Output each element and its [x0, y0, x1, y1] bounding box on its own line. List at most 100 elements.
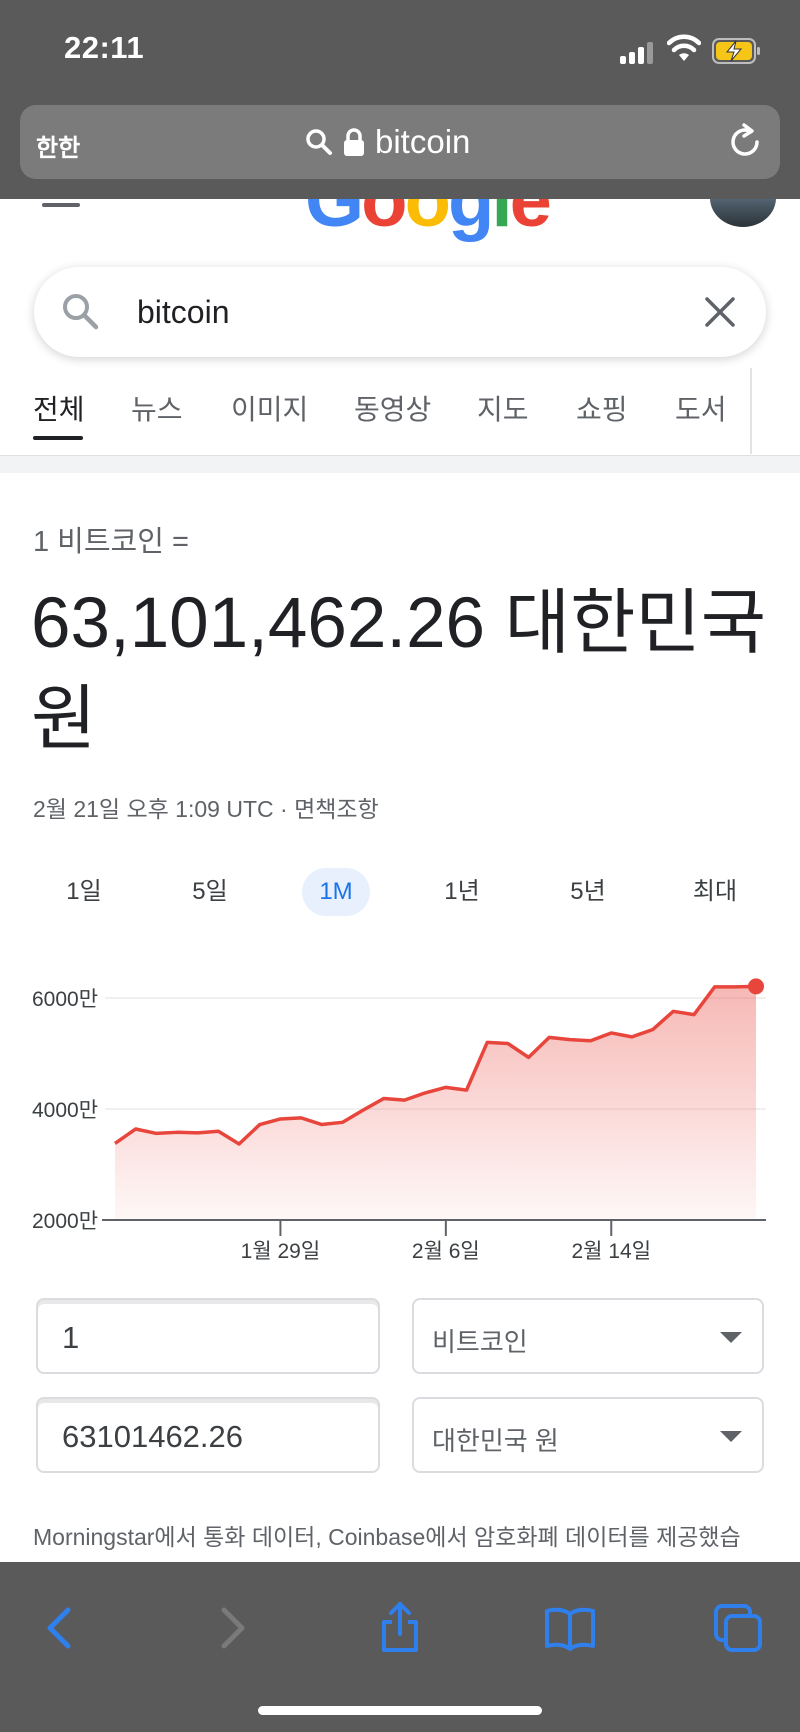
bookmarks-icon[interactable]	[544, 1602, 596, 1654]
dropdown-caret-icon	[720, 1431, 742, 1442]
data-point	[134, 1127, 138, 1131]
search-box[interactable]: bitcoin	[34, 267, 766, 357]
data-point	[609, 1031, 613, 1035]
y-tick-label: 6000만	[32, 988, 98, 1011]
price-chart[interactable]: 6000만 4000만 2000만 1월 29일 2월 6일 2월 14일	[0, 960, 800, 1280]
to-currency-value: 대한민국 원	[432, 1426, 559, 1456]
tab-all[interactable]: 전체	[33, 388, 85, 428]
data-point	[527, 1055, 531, 1059]
data-point	[444, 1085, 448, 1089]
google-logo-letter: g	[448, 199, 494, 243]
amount-input[interactable]: 1	[36, 1298, 380, 1374]
x-tick-label: 2월 6일	[412, 1240, 480, 1263]
tabs-icon[interactable]	[712, 1602, 764, 1654]
data-point	[216, 1129, 220, 1133]
tab-books[interactable]: 도서	[675, 388, 727, 428]
data-point	[589, 1039, 593, 1043]
status-time: 22:11	[64, 30, 145, 65]
y-tick-label: 2000만	[32, 1210, 98, 1233]
data-point	[299, 1116, 303, 1120]
range-1m[interactable]: 1M	[302, 868, 370, 916]
conversion-value: 63,101,462.26 대한민국 원	[31, 584, 767, 759]
data-point	[278, 1117, 282, 1121]
from-currency-select[interactable]: 비트코인	[412, 1298, 764, 1374]
url-text: bitcoin	[375, 123, 471, 160]
from-currency-value: 비트코인	[432, 1327, 528, 1357]
battery-charging-icon	[712, 38, 760, 64]
amount-input-value[interactable]: 1	[62, 1320, 79, 1356]
y-tick-label: 4000만	[32, 1099, 98, 1122]
data-point	[692, 1013, 696, 1017]
data-point	[630, 1035, 634, 1039]
share-icon[interactable]	[374, 1602, 426, 1654]
data-point	[568, 1038, 572, 1042]
range-selector: 1일 5일 1M 1년 5년 최대	[0, 868, 800, 918]
dropdown-caret-icon	[720, 1332, 742, 1343]
google-logo-letter: o	[404, 199, 451, 243]
data-point	[340, 1120, 344, 1124]
page-format-button[interactable]: 한한	[36, 128, 80, 163]
meta-separator: ·	[273, 796, 295, 822]
data-attribution: Morningstar에서 통화 데이터, Coinbase에서 암호화폐 데이…	[33, 1524, 741, 1550]
data-point	[733, 985, 737, 989]
wifi-icon	[667, 34, 701, 61]
forward-icon	[221, 1607, 245, 1649]
data-point	[175, 1130, 179, 1134]
range-1y[interactable]: 1년	[422, 868, 502, 916]
tab-maps[interactable]: 지도	[477, 388, 529, 428]
cellular-signal-icon	[620, 40, 654, 64]
google-logo[interactable]: Google	[305, 199, 552, 244]
data-point	[651, 1028, 655, 1032]
data-point	[196, 1131, 200, 1135]
search-tabs: 전체 뉴스 이미지 동영상 지도 쇼핑 도서	[0, 388, 752, 440]
home-indicator	[258, 1706, 542, 1715]
data-point	[713, 985, 717, 989]
google-logo-letter: o	[361, 199, 407, 243]
converted-amount-value[interactable]: 63101462.26	[62, 1419, 243, 1455]
data-point	[402, 1098, 406, 1102]
search-icon[interactable]	[60, 291, 100, 331]
google-logo-letter: e	[509, 199, 552, 243]
conversion-timestamp: 2월 21일 오후 1:09 UTC	[33, 796, 274, 822]
search-icon	[306, 129, 332, 155]
address-bar[interactable]: 한한 bitcoin	[20, 105, 780, 179]
converted-amount-input[interactable]: 63101462.26	[36, 1397, 380, 1473]
to-currency-select[interactable]: 대한민국 원	[412, 1397, 764, 1473]
range-1d[interactable]: 1일	[44, 868, 124, 916]
data-point	[113, 1141, 117, 1145]
back-icon[interactable]	[34, 1602, 86, 1654]
data-point	[423, 1091, 427, 1095]
conversion-meta: 2월 21일 오후 1:09 UTC · 면책조항	[33, 790, 379, 824]
data-point	[320, 1123, 324, 1127]
range-max[interactable]: 최대	[675, 868, 755, 916]
tab-images[interactable]: 이미지	[231, 388, 308, 428]
google-logo-letter: G	[305, 199, 364, 243]
data-point	[485, 1040, 489, 1044]
x-tick-label: 2월 14일	[572, 1240, 652, 1263]
tab-videos[interactable]: 동영상	[354, 388, 431, 428]
data-point	[506, 1042, 510, 1046]
conversion-label: 1 비트코인 =	[33, 526, 189, 558]
latest-price-marker	[748, 978, 764, 995]
range-5y[interactable]: 5년	[548, 868, 628, 916]
avatar[interactable]	[710, 199, 776, 227]
section-divider	[0, 455, 800, 473]
data-point	[382, 1096, 386, 1100]
data-point	[361, 1108, 365, 1112]
range-5d[interactable]: 5일	[170, 868, 250, 916]
close-icon[interactable]	[702, 294, 738, 330]
menu-icon[interactable]	[42, 199, 80, 209]
active-tab-indicator	[33, 436, 83, 440]
tab-shopping[interactable]: 쇼핑	[576, 388, 628, 428]
disclaimer-link[interactable]: 면책조항	[294, 796, 379, 822]
data-point	[154, 1131, 158, 1135]
data-point	[547, 1035, 551, 1039]
data-point	[465, 1088, 469, 1092]
search-input[interactable]: bitcoin	[137, 294, 230, 331]
url-field[interactable]: bitcoin	[305, 121, 470, 163]
reload-icon[interactable]	[726, 123, 764, 161]
data-point	[671, 1009, 675, 1013]
browser-top-chrome: 22:11 한한 bitcoin	[0, 0, 800, 199]
tab-news[interactable]: 뉴스	[131, 388, 183, 428]
tabs-divider	[750, 368, 752, 454]
